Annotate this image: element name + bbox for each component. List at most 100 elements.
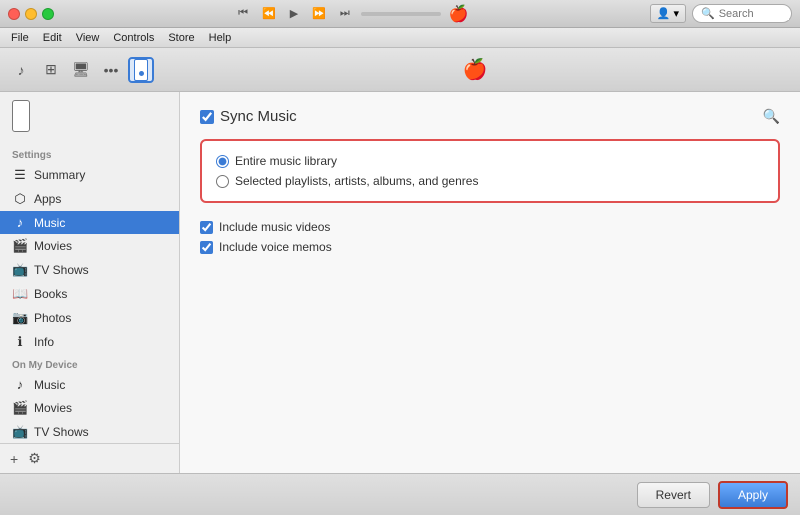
include-voice-memos-option[interactable]: Include voice memos — [200, 237, 780, 257]
title-bar: ⏮ ⏪ ▶ ⏩ ⏭ 🍎 👤 ▾ 🔍 — [0, 0, 800, 28]
sidebar: Settings ☰ Summary ⬡ Apps ♪ Music 🎬 Movi… — [0, 92, 180, 473]
sidebar-item-device-tvshows[interactable]: 📺 TV Shows — [0, 420, 179, 443]
include-voice-memos-checkbox[interactable] — [200, 241, 213, 254]
menu-store[interactable]: Store — [162, 28, 200, 47]
sidebar-label-apps: Apps — [34, 192, 61, 206]
movies-icon: 🎬 — [12, 238, 28, 254]
add-button[interactable]: + — [8, 449, 20, 469]
music-icon: ♪ — [12, 215, 28, 230]
rewind-button[interactable]: ⏪ — [259, 5, 279, 22]
apply-button[interactable]: Apply — [718, 481, 788, 509]
sidebar-item-device-movies[interactable]: 🎬 Movies — [0, 396, 179, 420]
revert-button[interactable]: Revert — [637, 482, 710, 508]
device-icon[interactable] — [128, 57, 154, 83]
sidebar-label-summary: Summary — [34, 168, 85, 182]
window-controls — [8, 8, 54, 20]
include-voice-memos-label: Include voice memos — [219, 240, 332, 254]
title-bar-right: 👤 ▾ 🔍 — [650, 4, 792, 23]
sidebar-item-music[interactable]: ♪ Music — [0, 211, 179, 234]
sidebar-bottom: + ⚙ — [0, 443, 179, 473]
option-entire-library[interactable]: Entire music library — [216, 151, 764, 171]
menu-controls[interactable]: Controls — [107, 28, 160, 47]
sync-music-label: Sync Music — [220, 108, 297, 125]
search-icon: 🔍 — [701, 7, 715, 20]
menu-bar: File Edit View Controls Store Help — [0, 28, 800, 48]
next-button[interactable]: ⏭ — [337, 5, 353, 22]
music-note-icon[interactable]: ♪ — [8, 57, 34, 83]
summary-icon: ☰ — [12, 167, 28, 183]
sync-header: Sync Music 🔍 — [200, 108, 780, 125]
menu-view[interactable]: View — [70, 28, 106, 47]
settings-section-label: Settings — [0, 144, 179, 163]
search-box: 🔍 — [692, 4, 792, 23]
title-bar-center: ⏮ ⏪ ▶ ⏩ ⏭ 🍎 — [54, 4, 650, 24]
device-movies-icon: 🎬 — [12, 400, 28, 416]
include-music-videos-option[interactable]: Include music videos — [200, 217, 780, 237]
selected-radio[interactable] — [216, 175, 229, 188]
sync-checkbox[interactable] — [200, 110, 214, 124]
entire-library-label: Entire music library — [235, 154, 337, 168]
menu-file[interactable]: File — [5, 28, 35, 47]
info-icon: ℹ — [12, 334, 28, 350]
monitor-icon[interactable]: 🖥 — [68, 57, 94, 83]
search-input[interactable] — [719, 8, 789, 20]
include-music-videos-label: Include music videos — [219, 220, 330, 234]
option-selected[interactable]: Selected playlists, artists, albums, and… — [216, 171, 764, 191]
sidebar-label-device-music: Music — [34, 378, 65, 392]
bottom-bar: Revert Apply — [0, 473, 800, 515]
device-music-icon: ♪ — [12, 377, 28, 392]
apps-icon: ⬡ — [12, 191, 28, 207]
apple-center-logo: 🍎 — [463, 57, 488, 82]
entire-library-radio[interactable] — [216, 155, 229, 168]
sidebar-content: Settings ☰ Summary ⬡ Apps ♪ Music 🎬 Movi… — [0, 140, 179, 443]
toolbar-center: 🍎 — [158, 57, 792, 82]
sidebar-label-books: Books — [34, 287, 67, 301]
photos-icon: 📷 — [12, 310, 28, 326]
books-icon: 📖 — [12, 286, 28, 302]
sidebar-label-tvshows: TV Shows — [34, 263, 89, 277]
sync-title: Sync Music — [200, 108, 297, 125]
main-area: Settings ☰ Summary ⬡ Apps ♪ Music 🎬 Movi… — [0, 92, 800, 473]
tvshows-icon: 📺 — [12, 262, 28, 278]
sidebar-item-apps[interactable]: ⬡ Apps — [0, 187, 179, 211]
device-header — [0, 92, 179, 140]
search-right-icon[interactable]: 🔍 — [763, 108, 780, 125]
include-music-videos-checkbox[interactable] — [200, 221, 213, 234]
sidebar-label-photos: Photos — [34, 311, 71, 325]
sidebar-label-info: Info — [34, 335, 54, 349]
grid-icon[interactable]: ⊞ — [38, 57, 64, 83]
chevron-down-icon: ▾ — [673, 7, 679, 20]
dots-icon[interactable]: ••• — [98, 57, 124, 83]
sidebar-label-device-tvshows: TV Shows — [34, 425, 89, 439]
main-panel: Sync Music 🔍 Entire music library Select… — [180, 92, 800, 473]
options-box: Entire music library Selected playlists,… — [200, 139, 780, 203]
sidebar-item-tvshows[interactable]: 📺 TV Shows — [0, 258, 179, 282]
sidebar-label-device-movies: Movies — [34, 401, 72, 415]
menu-help[interactable]: Help — [203, 28, 238, 47]
apple-logo-icon: 🍎 — [449, 4, 469, 24]
sidebar-item-device-music[interactable]: ♪ Music — [0, 373, 179, 396]
toolbar: ♪ ⊞ 🖥 ••• 🍎 — [0, 48, 800, 92]
selected-label: Selected playlists, artists, albums, and… — [235, 174, 478, 188]
device-thumbnail — [12, 100, 30, 132]
sidebar-item-movies[interactable]: 🎬 Movies — [0, 234, 179, 258]
sidebar-label-movies: Movies — [34, 239, 72, 253]
progress-bar[interactable] — [361, 12, 441, 16]
device-tvshows-icon: 📺 — [12, 424, 28, 440]
sidebar-label-music: Music — [34, 216, 65, 230]
account-button[interactable]: 👤 ▾ — [650, 4, 686, 23]
minimize-button[interactable] — [25, 8, 37, 20]
sidebar-item-summary[interactable]: ☰ Summary — [0, 163, 179, 187]
menu-edit[interactable]: Edit — [37, 28, 68, 47]
fastforward-button[interactable]: ⏩ — [309, 5, 329, 22]
close-button[interactable] — [8, 8, 20, 20]
sidebar-item-books[interactable]: 📖 Books — [0, 282, 179, 306]
settings-gear-button[interactable]: ⚙ — [26, 448, 43, 469]
sidebar-item-photos[interactable]: 📷 Photos — [0, 306, 179, 330]
play-button[interactable]: ▶ — [287, 5, 301, 22]
person-icon: 👤 — [657, 7, 671, 20]
prev-button[interactable]: ⏮ — [235, 5, 251, 22]
sidebar-item-info[interactable]: ℹ Info — [0, 330, 179, 354]
on-my-device-section-label: On My Device — [0, 354, 179, 373]
maximize-button[interactable] — [42, 8, 54, 20]
